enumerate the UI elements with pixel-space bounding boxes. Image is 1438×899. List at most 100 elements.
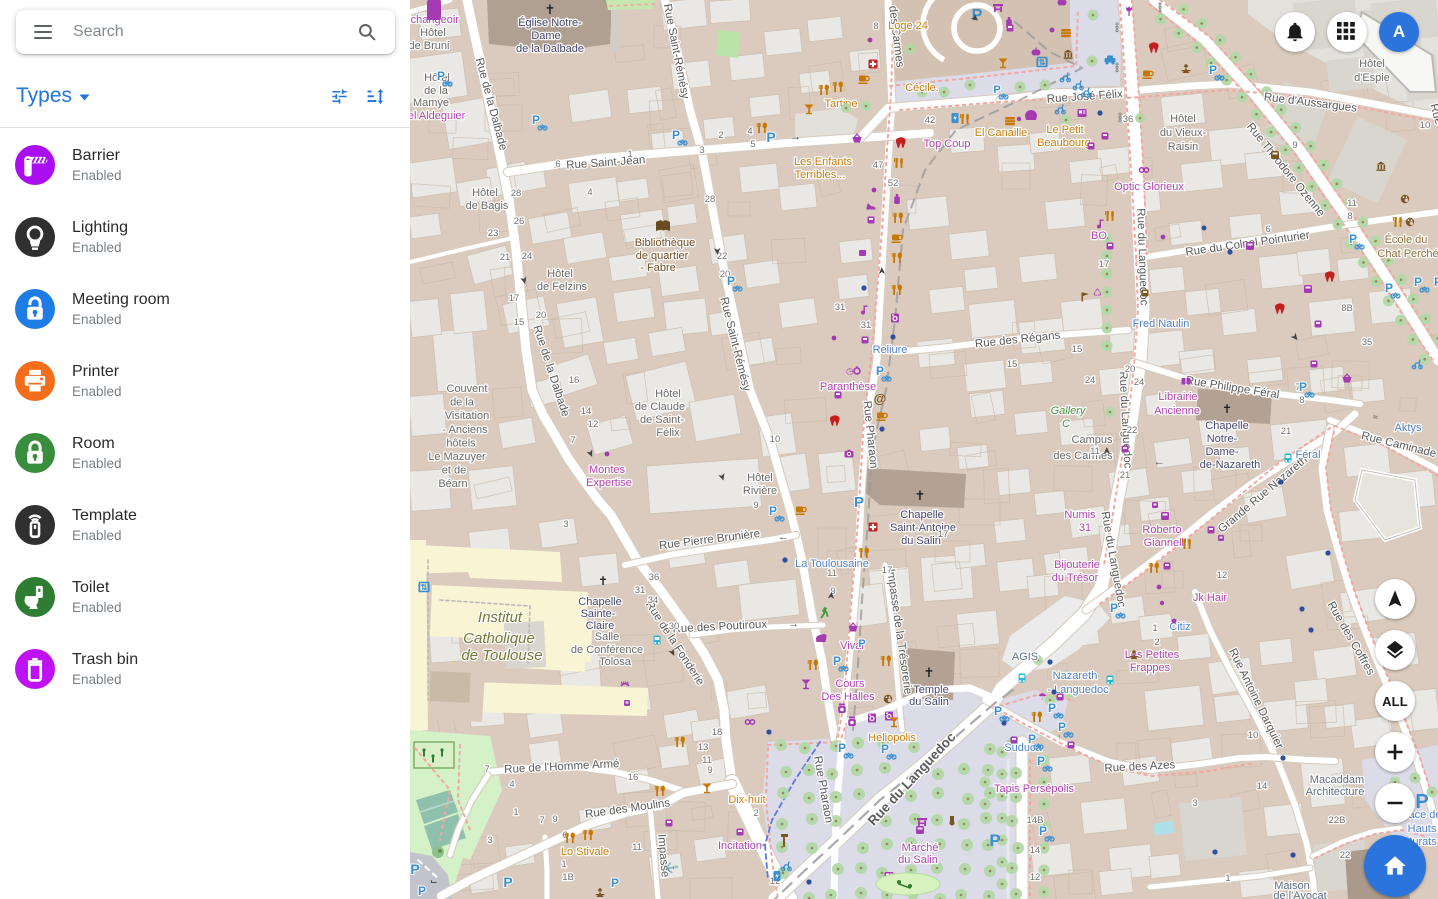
svg-text:35: 35 bbox=[1362, 337, 1373, 348]
svg-text:Féral: Féral bbox=[1295, 449, 1320, 461]
svg-text:8: 8 bbox=[1347, 211, 1352, 222]
svg-text:Campus: Campus bbox=[1072, 434, 1113, 446]
svg-text:→: → bbox=[788, 618, 799, 630]
svg-text:P: P bbox=[854, 494, 864, 511]
svg-text:18: 18 bbox=[712, 727, 723, 738]
svg-text:Dame-: Dame- bbox=[1205, 446, 1238, 458]
svg-text:du Vieux-: du Vieux- bbox=[1160, 127, 1207, 139]
svg-text:de Claude: de Claude bbox=[635, 401, 685, 413]
svg-text:Macaddam: Macaddam bbox=[1310, 774, 1364, 786]
svg-text:20: 20 bbox=[1125, 364, 1136, 375]
svg-text:P: P bbox=[1028, 732, 1036, 746]
svg-text:31: 31 bbox=[835, 302, 846, 313]
svg-text:Librairie: Librairie bbox=[1158, 391, 1197, 403]
svg-text:ôtel Aldeguier: ôtel Aldeguier bbox=[410, 110, 466, 122]
svg-text:P: P bbox=[1048, 701, 1056, 715]
svg-text:≈: ≈ bbox=[1373, 412, 1378, 422]
svg-text:15: 15 bbox=[514, 317, 525, 328]
svg-text:9: 9 bbox=[1292, 140, 1297, 151]
svg-text:P: P bbox=[437, 69, 445, 83]
svg-text:BO: BO bbox=[1091, 230, 1107, 242]
svg-text:Dix-huit: Dix-huit bbox=[728, 794, 765, 806]
svg-text:P: P bbox=[1415, 791, 1428, 813]
svg-text:24: 24 bbox=[1134, 377, 1145, 388]
svg-text:P: P bbox=[766, 129, 775, 145]
svg-text:11: 11 bbox=[1090, 446, 1100, 457]
svg-text:Lo Stivale: Lo Stivale bbox=[561, 846, 609, 858]
svg-text:Cours: Cours bbox=[835, 678, 865, 690]
svg-text:P: P bbox=[410, 861, 419, 877]
svg-text:P: P bbox=[876, 364, 884, 378]
svg-text:52: 52 bbox=[888, 178, 899, 189]
svg-text:Temple: Temple bbox=[913, 684, 948, 696]
svg-text:1: 1 bbox=[1152, 623, 1157, 634]
svg-text:3: 3 bbox=[487, 835, 492, 846]
svg-text:15: 15 bbox=[1007, 359, 1018, 370]
svg-text:42: 42 bbox=[925, 115, 936, 126]
svg-text:21: 21 bbox=[1281, 426, 1292, 437]
svg-text:21: 21 bbox=[1120, 470, 1131, 481]
svg-text:17: 17 bbox=[882, 565, 893, 576]
svg-text:30: 30 bbox=[669, 621, 680, 632]
svg-text:de Bagis: de Bagis bbox=[466, 200, 509, 212]
svg-text:Catholique: Catholique bbox=[463, 630, 535, 647]
svg-text:Rivière: Rivière bbox=[743, 485, 777, 497]
svg-text:P: P bbox=[532, 113, 540, 127]
svg-text:11: 11 bbox=[1347, 198, 1357, 209]
svg-text:11: 11 bbox=[827, 568, 837, 579]
svg-text:➤: ➤ bbox=[1102, 447, 1113, 455]
svg-text:15: 15 bbox=[1072, 344, 1083, 355]
svg-text:Mamye: Mamye bbox=[413, 97, 449, 109]
svg-text:P: P bbox=[1414, 275, 1422, 289]
svg-text:⌙: ⌙ bbox=[430, 876, 438, 886]
svg-text:24: 24 bbox=[522, 251, 533, 262]
svg-text:✝: ✝ bbox=[924, 665, 935, 680]
svg-text:10: 10 bbox=[1420, 120, 1431, 131]
svg-text:- Languedoc: - Languedoc bbox=[1047, 684, 1109, 696]
svg-text:12: 12 bbox=[1217, 570, 1228, 581]
svg-text:Visitation: Visitation bbox=[445, 410, 489, 422]
svg-text:El Canaille: El Canaille bbox=[975, 127, 1028, 139]
svg-text:16: 16 bbox=[628, 772, 639, 783]
svg-text:17: 17 bbox=[1099, 259, 1110, 270]
svg-text:13: 13 bbox=[698, 742, 709, 753]
svg-text:✝: ✝ bbox=[915, 488, 926, 503]
svg-text:12: 12 bbox=[588, 419, 599, 430]
svg-text:Roberto: Roberto bbox=[1142, 524, 1181, 536]
svg-text:P: P bbox=[1299, 380, 1307, 394]
svg-text:P: P bbox=[1434, 275, 1438, 289]
svg-text:Béarn: Béarn bbox=[438, 478, 467, 490]
svg-text:AGIS: AGIS bbox=[1012, 651, 1038, 663]
svg-text:Salle: Salle bbox=[595, 631, 619, 643]
svg-text:Loge 24: Loge 24 bbox=[888, 20, 928, 32]
svg-text:d'Espie: d'Espie bbox=[1354, 72, 1390, 84]
svg-text:←: ← bbox=[778, 531, 789, 543]
svg-text:8: 8 bbox=[873, 21, 878, 32]
svg-text:4: 4 bbox=[747, 126, 752, 137]
svg-text:31: 31 bbox=[1079, 522, 1091, 534]
svg-text:Reliure: Reliure bbox=[873, 344, 908, 356]
svg-text:→: → bbox=[790, 131, 801, 143]
svg-text:P: P bbox=[1110, 601, 1118, 615]
svg-text:♺: ♺ bbox=[1093, 288, 1102, 299]
svg-text:2: 2 bbox=[753, 808, 758, 819]
svg-text:Heliopolis: Heliopolis bbox=[868, 732, 916, 744]
svg-text:4: 4 bbox=[509, 779, 514, 790]
svg-text:de la: de la bbox=[424, 85, 449, 97]
svg-text:47: 47 bbox=[873, 160, 884, 171]
svg-text:Expertise: Expertise bbox=[586, 477, 632, 489]
svg-text:2: 2 bbox=[1154, 637, 1159, 648]
svg-text:31: 31 bbox=[635, 585, 646, 596]
svg-text:du Trésor: du Trésor bbox=[1052, 572, 1099, 584]
svg-text:8: 8 bbox=[1299, 395, 1304, 406]
svg-text:7: 7 bbox=[484, 764, 489, 775]
svg-text:Numis: Numis bbox=[1064, 509, 1096, 521]
svg-text:1: 1 bbox=[513, 807, 518, 818]
svg-text:5: 5 bbox=[750, 139, 755, 150]
svg-text:9: 9 bbox=[753, 500, 758, 511]
svg-text:P: P bbox=[858, 638, 865, 650]
svg-text:23: 23 bbox=[488, 228, 499, 239]
svg-text:1: 1 bbox=[561, 859, 566, 870]
svg-text:36: 36 bbox=[649, 572, 660, 583]
svg-text:P: P bbox=[418, 884, 426, 898]
